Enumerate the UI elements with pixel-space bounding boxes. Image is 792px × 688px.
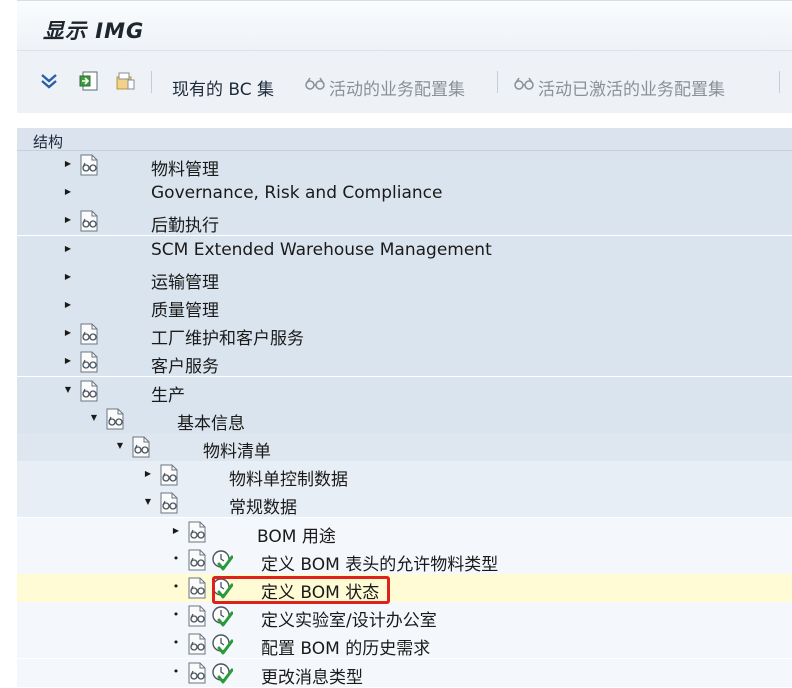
tree-node-label[interactable]: SCM Extended Warehouse Management: [151, 240, 492, 260]
tree-node[interactable]: ▼ 常规数据: [17, 489, 792, 518]
clock-check-icon[interactable]: [211, 549, 234, 571]
tree-node-label[interactable]: BOM 用途: [257, 522, 336, 547]
tree-node-label[interactable]: 后勤执行: [151, 211, 219, 236]
collapse-triangle-icon[interactable]: ▼: [143, 496, 153, 508]
tree-node[interactable]: ▶ Governance, Risk and Compliance: [17, 179, 792, 208]
active-business-config-button[interactable]: 活动的业务配置集: [329, 75, 465, 100]
img-tree: ▶ 物料管理 ▶ Governance, Risk and Compliance ▶ 后勤…: [17, 151, 792, 688]
tree-node-label[interactable]: 物料管理: [151, 155, 219, 180]
toolbar-separator: [151, 71, 152, 93]
leaf-bullet-icon: •: [172, 608, 180, 622]
document-glasses-icon[interactable]: [79, 351, 99, 373]
tree-node-label[interactable]: 更改消息类型: [261, 663, 363, 688]
expand-triangle-icon[interactable]: ▶: [63, 158, 73, 170]
tree-node[interactable]: ▶ BOM 用途: [17, 517, 792, 547]
structure-header: 结构: [17, 128, 792, 151]
tree-node[interactable]: ▶ SCM Extended Warehouse Management: [17, 235, 792, 264]
tree-node[interactable]: • 配置 BOM 的历史需求: [17, 630, 792, 659]
collapse-triangle-icon[interactable]: ▼: [63, 384, 73, 396]
document-glasses-icon[interactable]: [187, 633, 207, 655]
document-glasses-icon[interactable]: [187, 605, 207, 627]
collapse-triangle-icon[interactable]: ▼: [115, 440, 125, 452]
tree-node-label[interactable]: 物料单控制数据: [229, 465, 348, 490]
document-glasses-icon[interactable]: [187, 662, 207, 684]
tree-node-label[interactable]: 配置 BOM 的历史需求: [261, 634, 430, 659]
tree-node[interactable]: ▶ 物料单控制数据: [17, 461, 792, 490]
tree-node[interactable]: • 定义 BOM 状态: [17, 574, 792, 603]
tree-node[interactable]: ▶ 后勤执行: [17, 207, 792, 236]
bc-sets-button[interactable]: 现有的 BC 集: [172, 75, 274, 100]
expand-triangle-icon[interactable]: ▶: [63, 186, 73, 198]
tree-node[interactable]: ▼ 物料清单: [17, 433, 792, 462]
document-glasses-icon[interactable]: [187, 549, 207, 571]
window-title: 显示 IMG: [43, 19, 145, 43]
tree-node[interactable]: ▶ 客户服务: [17, 348, 792, 377]
tree-node[interactable]: ▼ 生产: [17, 376, 792, 406]
double-chevron-down-icon[interactable]: [37, 69, 61, 93]
leaf-bullet-icon: •: [172, 580, 180, 593]
glasses-icon: [512, 71, 536, 95]
tree-node[interactable]: • 定义 BOM 表头的允许物料类型: [17, 545, 792, 575]
toolbar-separator: [779, 71, 780, 93]
tree-node[interactable]: ▶ 运输管理: [17, 263, 792, 293]
tree-node-label[interactable]: 生产: [151, 381, 185, 406]
expand-triangle-icon[interactable]: ▶: [63, 327, 73, 339]
tree-node[interactable]: ▼ 基本信息: [17, 404, 792, 434]
document-glasses-icon[interactable]: [187, 521, 207, 543]
clock-check-icon[interactable]: [211, 662, 234, 684]
tree-node-label[interactable]: Governance, Risk and Compliance: [151, 183, 442, 203]
expand-triangle-icon[interactable]: ▶: [63, 243, 73, 255]
document-glasses-icon[interactable]: [105, 408, 125, 430]
document-glasses-icon[interactable]: [79, 380, 99, 402]
glasses-icon: [303, 71, 327, 95]
tree-node-label[interactable]: 运输管理: [151, 268, 219, 293]
collapse-subtree-icon[interactable]: [77, 69, 101, 93]
expand-triangle-icon[interactable]: ▶: [63, 355, 73, 367]
document-glasses-icon[interactable]: [159, 464, 179, 486]
tree-node-label[interactable]: 定义 BOM 表头的允许物料类型: [261, 550, 498, 575]
expand-triangle-icon[interactable]: ▶: [63, 299, 73, 311]
leaf-bullet-icon: •: [172, 551, 180, 565]
highlight-box: [212, 576, 390, 604]
expand-triangle-icon[interactable]: ▶: [171, 525, 181, 537]
structure-header-label: 结构: [33, 133, 64, 151]
document-glasses-icon[interactable]: [187, 577, 207, 599]
expand-triangle-icon[interactable]: ▶: [143, 468, 153, 480]
title-bar: 显示 IMG: [17, 0, 792, 51]
leaf-bullet-icon: •: [172, 664, 180, 678]
tree-node-label[interactable]: 物料清单: [203, 437, 271, 462]
document-glasses-icon[interactable]: [79, 210, 99, 232]
document-glasses-icon[interactable]: [79, 323, 99, 345]
tree-node[interactable]: • 更改消息类型: [17, 658, 792, 688]
expand-triangle-icon[interactable]: ▶: [63, 271, 73, 283]
clock-check-icon[interactable]: [211, 605, 234, 627]
document-glasses-icon[interactable]: [79, 154, 99, 176]
tree-node-label[interactable]: 基本信息: [177, 409, 245, 434]
tree-node-label[interactable]: 常规数据: [229, 493, 297, 518]
tree-node-label[interactable]: 定义实验室/设计办公室: [261, 606, 437, 631]
tree-node[interactable]: ▶ 物料管理: [17, 151, 792, 180]
clock-check-icon[interactable]: [211, 633, 234, 655]
tree-node-label[interactable]: 客户服务: [151, 352, 219, 377]
expand-triangle-icon[interactable]: ▶: [63, 214, 73, 226]
folder-icon[interactable]: [113, 69, 137, 93]
toolbar: 现有的 BC 集 活动的业务配置集 活动已激活的业务配置集: [17, 50, 792, 113]
tree-node[interactable]: ▶ 质量管理: [17, 292, 792, 321]
tree-node[interactable]: • 定义实验室/设计办公室: [17, 602, 792, 631]
document-glasses-icon[interactable]: [159, 492, 179, 514]
tree-node-label[interactable]: 质量管理: [151, 296, 219, 321]
activated-business-config-button[interactable]: 活动已激活的业务配置集: [538, 75, 725, 100]
document-glasses-icon[interactable]: [131, 436, 151, 458]
tree-node[interactable]: ▶ 工厂维护和客户服务: [17, 320, 792, 349]
toolbar-separator: [497, 71, 498, 93]
tree-node-label[interactable]: 工厂维护和客户服务: [151, 324, 304, 349]
collapse-triangle-icon[interactable]: ▼: [89, 412, 99, 424]
leaf-bullet-icon: •: [172, 636, 180, 650]
